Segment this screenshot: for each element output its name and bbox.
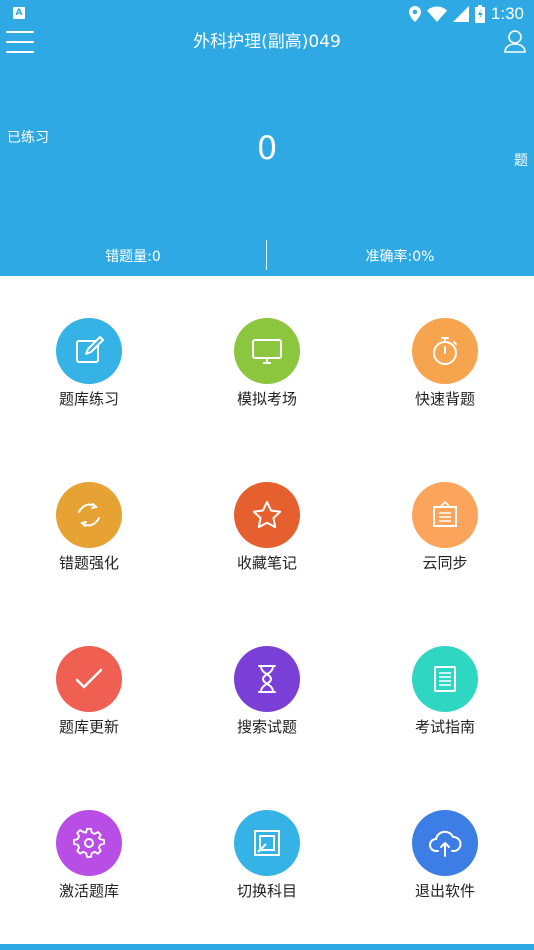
- menu-item-label: 考试指南: [414, 718, 475, 736]
- check-icon: [75, 668, 103, 689]
- menu-item-label: 题库更新: [58, 718, 119, 736]
- circle-bg: [412, 810, 478, 876]
- menu-item-label: 切换科目: [236, 882, 297, 900]
- menu-item-label: 激活题库: [58, 882, 119, 900]
- edit-icon: [76, 336, 104, 363]
- menu-item-exam-guide[interactable]: 考试指南: [356, 604, 534, 736]
- accuracy-rate: 准确率:0%: [365, 249, 435, 265]
- wrong-count: 错题量:0: [105, 249, 161, 265]
- signal-icon: [452, 6, 469, 22]
- menu-item-label: 快速背题: [414, 390, 475, 408]
- header: A 1:30 外科护理(副高)049 已练习 0 题 错题量:0 准确率:0%: [0, 0, 534, 276]
- clock: 1:30: [490, 4, 524, 23]
- location-icon: [408, 6, 421, 22]
- star-icon: [252, 501, 282, 529]
- circle-bg: [56, 482, 122, 548]
- count-unit: 题: [514, 153, 528, 169]
- monitor-icon: [252, 339, 282, 364]
- menu-item-label: 云同步: [422, 554, 468, 572]
- menu-item-favorites[interactable]: 收藏笔记: [178, 440, 356, 572]
- stopwatch-icon: [433, 337, 457, 365]
- circle-bg: [412, 482, 478, 548]
- refresh-icon: [78, 503, 100, 527]
- practiced-count: 0: [256, 129, 278, 167]
- menu-item-update-bank[interactable]: 题库更新: [0, 604, 178, 736]
- user-profile-icon[interactable]: [504, 29, 526, 53]
- circle-bg: [56, 318, 122, 384]
- status-icons: 1:30: [408, 4, 524, 24]
- hourglass-icon: [258, 665, 276, 693]
- circle-bg: [234, 482, 300, 548]
- menu-item-label: 搜索试题: [236, 718, 297, 736]
- document-icon: [434, 666, 456, 692]
- menu-item-label: 收藏笔记: [236, 554, 297, 572]
- menu-item-cloud-sync[interactable]: 云同步: [356, 440, 534, 572]
- menu-item-practice[interactable]: 题库练习: [0, 276, 178, 408]
- circle-bg: [412, 318, 478, 384]
- cloud-upload-icon: [429, 830, 462, 857]
- circle-bg: [234, 318, 300, 384]
- menu-item-quick-review[interactable]: 快速背题: [356, 276, 534, 408]
- menu-item-wrong-review[interactable]: 错题强化: [0, 440, 178, 572]
- menu-item-label: 模拟考场: [236, 390, 297, 408]
- board-icon: [433, 500, 457, 527]
- menu-item-switch-subject[interactable]: 切换科目: [178, 768, 356, 900]
- menu-item-label: 题库练习: [58, 390, 119, 408]
- switch-icon: [254, 830, 280, 856]
- menu-item-mock-exam[interactable]: 模拟考场: [178, 276, 356, 408]
- bottom-bar: [0, 944, 534, 950]
- wifi-icon: [426, 6, 447, 22]
- status-bar: A 1:30: [0, 0, 534, 28]
- menu-item-label: 退出软件: [414, 882, 475, 900]
- stats-bar: 错题量:0 准确率:0%: [0, 240, 534, 270]
- circle-bg: [56, 646, 122, 712]
- menu-item-search[interactable]: 搜索试题: [178, 604, 356, 736]
- menu-item-exit[interactable]: 退出软件: [356, 768, 534, 900]
- circle-bg: [234, 646, 300, 712]
- gear-icon: [73, 827, 105, 858]
- circle-bg: [234, 810, 300, 876]
- menu-item-label: 错题强化: [58, 554, 119, 572]
- circle-bg: [412, 646, 478, 712]
- circle-bg: [56, 810, 122, 876]
- battery-icon: [474, 5, 485, 23]
- app-notification-icon: A: [13, 7, 25, 19]
- page-title: 外科护理(副高)049: [193, 32, 341, 52]
- menu-item-activate[interactable]: 激活题库: [0, 768, 178, 900]
